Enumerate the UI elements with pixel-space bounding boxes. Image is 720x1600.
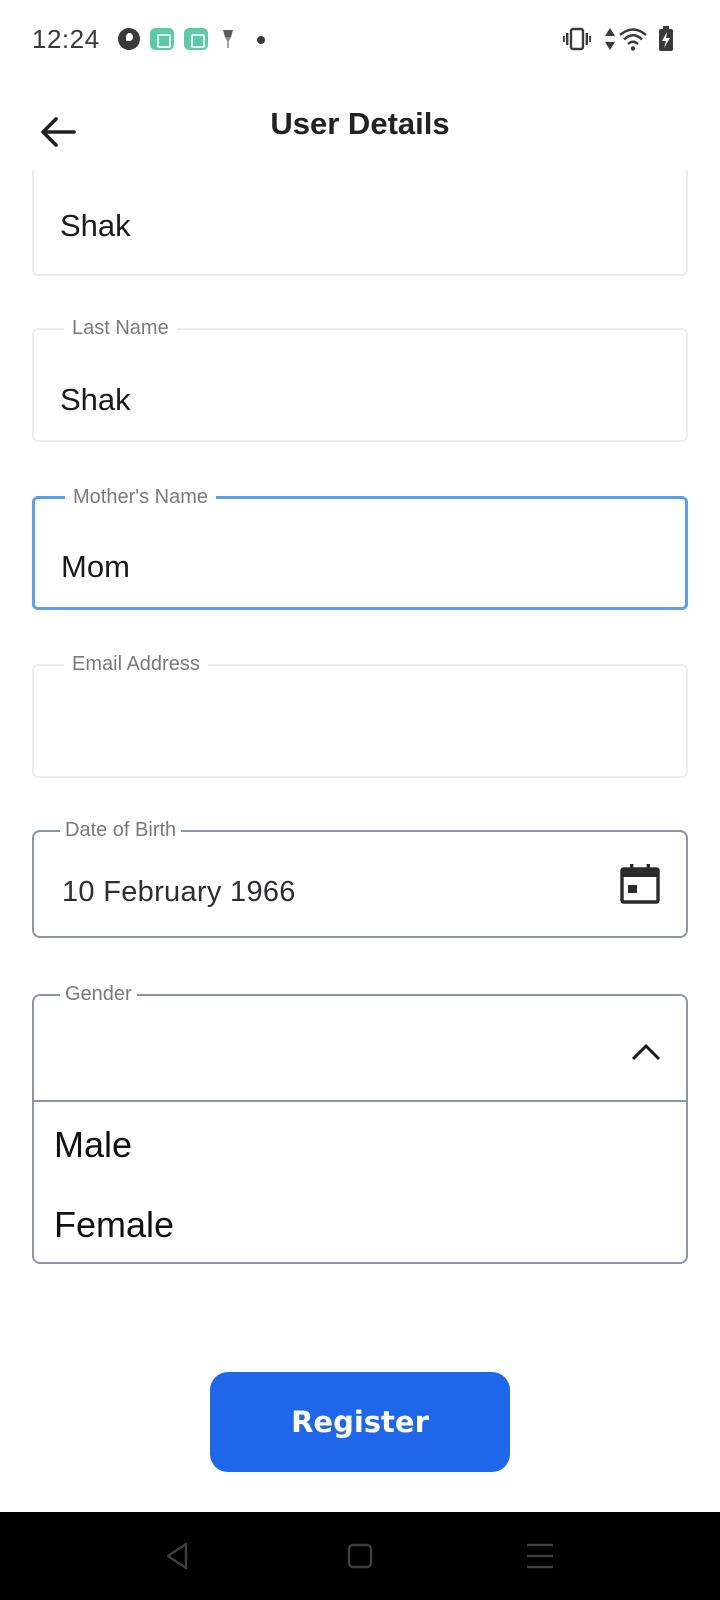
battery-charging-icon — [659, 26, 673, 51]
last-name-label: Last Name — [64, 316, 177, 340]
first-name-value: Shak — [60, 208, 131, 243]
green-app-icon — [150, 28, 174, 50]
dot-icon — [257, 36, 265, 44]
app-bar: User Details — [0, 80, 720, 180]
system-nav-bar — [0, 1512, 720, 1600]
nav-back-icon[interactable] — [160, 1538, 196, 1574]
gender-select[interactable] — [34, 996, 686, 1102]
email-field[interactable]: Email Address — [32, 652, 688, 778]
nav-menu-icon[interactable] — [522, 1538, 558, 1574]
last-name-field[interactable]: Last Name Shak — [32, 316, 688, 442]
vibrate-icon — [563, 27, 591, 51]
nav-home-icon[interactable] — [342, 1538, 378, 1574]
mothers-name-value: Mom — [61, 549, 130, 584]
mothers-name-field[interactable]: Mother's Name Mom — [32, 485, 688, 610]
chevron-up-icon[interactable] — [630, 1040, 662, 1064]
page-title: User Details — [270, 106, 450, 141]
gender-option-male[interactable]: Male — [54, 1124, 654, 1166]
wifi-icon — [619, 28, 647, 51]
app-icon — [118, 28, 140, 50]
email-label: Email Address — [64, 652, 208, 676]
mothers-name-label: Mother's Name — [65, 485, 216, 509]
green-app-icon — [184, 28, 208, 50]
data-arrows-icon — [605, 28, 615, 50]
date-of-birth-field[interactable]: Date of Birth 10 February 1966 — [32, 818, 688, 938]
status-time: 12:24 — [32, 24, 100, 54]
date-of-birth-value: 10 February 1966 — [62, 876, 296, 908]
register-button[interactable]: Register — [210, 1372, 510, 1472]
last-name-value: Shak — [60, 382, 131, 417]
gender-option-female[interactable]: Female — [54, 1204, 654, 1246]
first-name-field[interactable]: Shak — [32, 170, 688, 276]
calendar-icon[interactable] — [618, 862, 662, 906]
status-bar: 12:24 — [0, 0, 720, 80]
date-of-birth-label: Date of Birth — [60, 818, 182, 842]
gender-dropdown: Gender Male Female — [32, 982, 688, 1264]
pin-icon — [223, 30, 233, 48]
gender-label: Gender — [60, 982, 137, 1006]
